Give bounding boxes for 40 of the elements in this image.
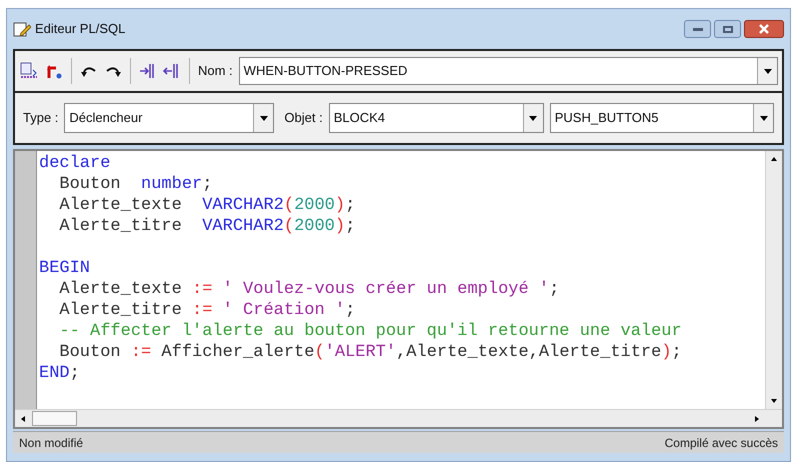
maximize-button[interactable] [714, 20, 741, 38]
window-title: Editeur PL/SQL [35, 20, 126, 38]
name-label: Nom : [198, 62, 233, 80]
code-line: Alerte_texte VARCHAR2(2000); [58, 195, 356, 216]
close-icon [759, 24, 769, 34]
caret-icon [260, 116, 268, 120]
caret-icon [760, 116, 768, 120]
type-label: Type : [23, 109, 58, 128]
status-text: Non modifié [19, 434, 84, 452]
object-label: Objet : [284, 109, 323, 128]
name-dropdown[interactable]: WHEN-BUTTON-PRESSED [238, 57, 778, 85]
code-line: Bouton := Afficher_alerte('ALERT',Alerte_texte,Alerte_titre); [58, 342, 682, 363]
dropdown-button[interactable] [757, 58, 777, 84]
dropdown-button[interactable] [522, 104, 543, 132]
horizontal-scrollbar[interactable] [15, 409, 782, 427]
dropdown-button[interactable] [753, 104, 773, 132]
code-line: Bouton number; [58, 174, 212, 195]
minimize-button[interactable] [684, 20, 711, 38]
compile-status: Compilé avec succès [664, 434, 778, 452]
code-line: Alerte_texte := ' Voulez-vous créer un employé '; [58, 279, 560, 300]
vertical-scrollbar[interactable] [765, 151, 782, 409]
object-dropdown[interactable]: BLOCK4 [328, 103, 544, 133]
code-line: Alerte_titre := ' Création '; [58, 300, 356, 321]
outdent-icon[interactable] [163, 63, 181, 79]
document-icon[interactable] [19, 62, 39, 80]
item-dropdown[interactable]: PUSH_BUTTON5 [550, 103, 774, 133]
close-button[interactable] [744, 20, 784, 38]
code-line: -- Affecter l'alerte au bouton pour qu'il retourne une valeur [58, 321, 682, 342]
code-line: Alerte_titre VARCHAR2(2000); [58, 216, 356, 237]
caret-icon [764, 68, 772, 74]
editor-icon [13, 21, 31, 37]
code-line: BEGIN [39, 258, 90, 279]
code-line: declare [39, 153, 110, 174]
scroll-thumb[interactable] [32, 411, 77, 426]
dropdown-button[interactable] [253, 104, 274, 132]
caret-icon [529, 116, 538, 120]
type-dropdown[interactable]: Déclencheur [64, 103, 274, 133]
indent-icon[interactable] [139, 63, 157, 79]
code-editor[interactable] [13, 149, 784, 429]
code-line: END; [39, 363, 80, 384]
